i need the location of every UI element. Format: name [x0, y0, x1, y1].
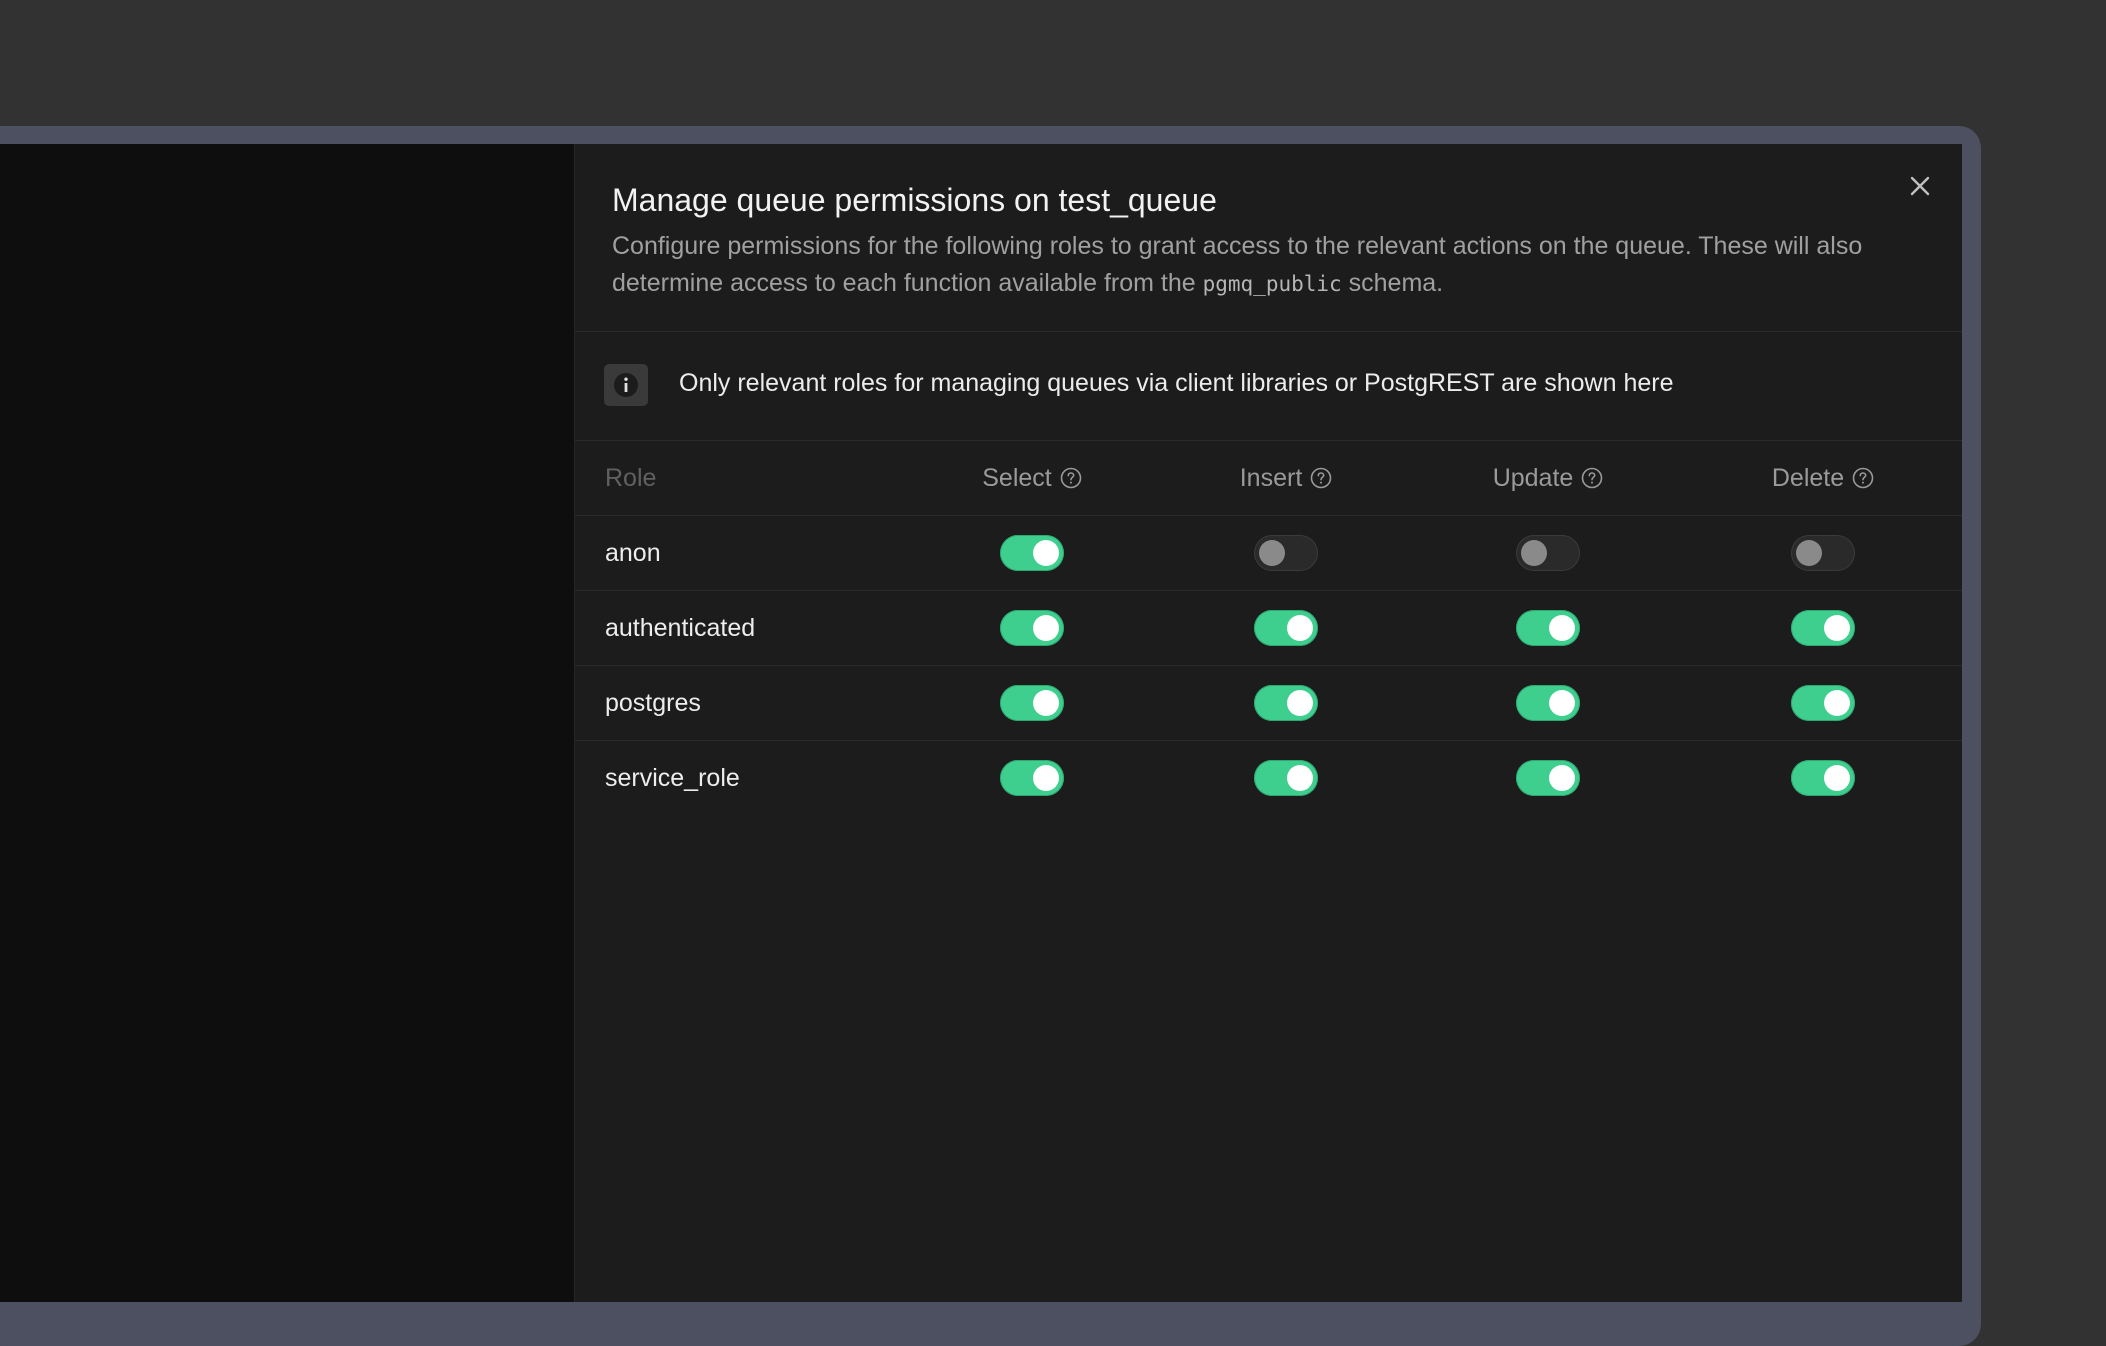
- select-toggle[interactable]: [1000, 685, 1064, 721]
- panel-header: Manage queue permissions on test_queue C…: [575, 144, 1962, 332]
- delete-toggle[interactable]: [1791, 535, 1855, 571]
- table-row: authenticated: [575, 591, 1962, 666]
- app-screen: Manage queue permissions on test_queue C…: [0, 144, 1962, 1302]
- help-circle-icon[interactable]: [1310, 467, 1332, 489]
- select-toggle[interactable]: [1000, 760, 1064, 796]
- insert-toggle[interactable]: [1254, 760, 1318, 796]
- table-row: postgres: [575, 666, 1962, 741]
- insert-toggle[interactable]: [1254, 610, 1318, 646]
- role-name: authenticated: [605, 613, 756, 642]
- info-notice: Only relevant roles for managing queues …: [575, 332, 1962, 441]
- delete-toggle[interactable]: [1791, 610, 1855, 646]
- dimmed-background: [0, 144, 574, 1302]
- info-icon: [604, 364, 648, 406]
- dialog-title: Manage queue permissions on test_queue: [612, 182, 1217, 218]
- insert-toggle[interactable]: [1254, 685, 1318, 721]
- table-row: anon: [575, 516, 1962, 591]
- role-name: anon: [605, 538, 661, 567]
- delete-toggle[interactable]: [1791, 760, 1855, 796]
- column-header-select: Select: [905, 441, 1159, 516]
- select-toggle[interactable]: [1000, 535, 1064, 571]
- update-toggle[interactable]: [1516, 685, 1580, 721]
- update-toggle[interactable]: [1516, 760, 1580, 796]
- close-icon[interactable]: [1905, 174, 1935, 204]
- help-circle-icon[interactable]: [1060, 467, 1082, 489]
- column-header-delete: Delete: [1683, 441, 1962, 516]
- role-name: postgres: [605, 688, 701, 717]
- schema-code: pgmq_public: [1202, 272, 1342, 296]
- notice-text: Only relevant roles for managing queues …: [679, 369, 1674, 397]
- table-row: service_role: [575, 741, 1962, 816]
- table-header-row: Role Select Insert Update Delete: [575, 441, 1962, 516]
- role-name: service_role: [605, 763, 740, 792]
- update-toggle[interactable]: [1516, 610, 1580, 646]
- column-header-role: Role: [575, 441, 905, 516]
- column-header-update: Update: [1413, 441, 1683, 516]
- help-circle-icon[interactable]: [1581, 467, 1603, 489]
- permissions-side-panel: Manage queue permissions on test_queue C…: [574, 144, 1962, 1302]
- delete-toggle[interactable]: [1791, 685, 1855, 721]
- dialog-description: Configure permissions for the following …: [612, 232, 1863, 297]
- select-toggle[interactable]: [1000, 610, 1064, 646]
- insert-toggle[interactable]: [1254, 535, 1318, 571]
- update-toggle[interactable]: [1516, 535, 1580, 571]
- column-header-insert: Insert: [1159, 441, 1413, 516]
- permissions-table: Role Select Insert Update Delete anon au…: [575, 441, 1962, 815]
- help-circle-icon[interactable]: [1852, 467, 1874, 489]
